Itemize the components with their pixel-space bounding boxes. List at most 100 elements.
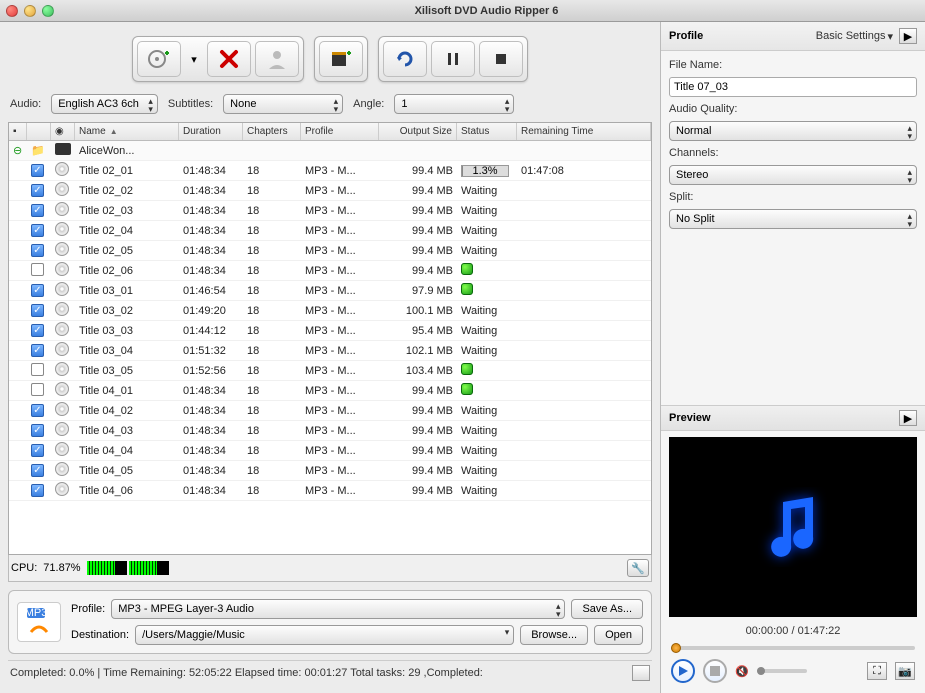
channels-select[interactable]: Stereo▴▾ [669,165,917,185]
volume-icon[interactable]: 🔇 [735,665,749,678]
table-row[interactable]: Title 04_01 01:48:34 18 MP3 - M... 99.4 … [9,381,651,401]
close-window-button[interactable] [6,5,18,17]
preview-expand-icon[interactable]: ▶ [899,410,917,426]
disc-icon [55,222,69,236]
col-profile[interactable]: Profile [301,123,379,140]
convert-button[interactable] [383,41,427,77]
row-checkbox[interactable] [31,284,44,297]
add-clip-button[interactable] [319,41,363,77]
row-checkbox[interactable] [31,484,44,497]
row-checkbox[interactable] [31,224,44,237]
toolbar-dropdown-icon[interactable]: ▾ [185,41,203,77]
row-output: 99.4 MB [379,425,457,437]
row-output: 99.4 MB [379,465,457,477]
row-profile: MP3 - M... [301,265,379,277]
col-name[interactable]: Name [75,123,179,140]
row-checkbox[interactable] [31,383,44,396]
quality-select[interactable]: Normal▴▾ [669,121,917,141]
minimize-window-button[interactable] [24,5,36,17]
row-checkbox[interactable] [31,404,44,417]
disc-icon [55,262,69,276]
row-checkbox[interactable] [31,263,44,276]
row-output: 99.4 MB [379,205,457,217]
table-row[interactable]: Title 02_06 01:48:34 18 MP3 - M... 99.4 … [9,261,651,281]
col-disc-icon[interactable]: ◉ [51,123,75,140]
row-duration: 01:48:34 [179,165,243,177]
table-row[interactable]: Title 02_02 01:48:34 18 MP3 - M... 99.4 … [9,181,651,201]
browse-button[interactable]: Browse... [520,625,588,645]
folder-row[interactable]: ⊖ 📁 AliceWon... [9,141,651,161]
status-ready-icon [461,263,473,275]
profile-select[interactable]: MP3 - MPEG Layer-3 Audio▴▾ [111,599,565,619]
col-chapters[interactable]: Chapters [243,123,301,140]
table-row[interactable]: Title 04_02 01:48:34 18 MP3 - M... 99.4 … [9,401,651,421]
filename-input[interactable] [669,77,917,97]
delete-button[interactable] [207,41,251,77]
col-remaining[interactable]: Remaining Time [517,123,651,140]
row-checkbox[interactable] [31,204,44,217]
table-row[interactable]: Title 03_03 01:44:12 18 MP3 - M... 95.4 … [9,321,651,341]
preview-time: 00:00:00 / 01:47:22 [661,623,925,643]
table-row[interactable]: Title 04_06 01:48:34 18 MP3 - M... 99.4 … [9,481,651,501]
table-row[interactable]: Title 03_02 01:49:20 18 MP3 - M... 100.1… [9,301,651,321]
disc-icon [55,162,69,176]
col-check[interactable] [27,123,51,140]
row-duration: 01:44:12 [179,325,243,337]
split-select[interactable]: No Split▴▾ [669,209,917,229]
save-as-button[interactable]: Save As... [571,599,643,619]
row-checkbox[interactable] [31,424,44,437]
table-row[interactable]: Title 02_03 01:48:34 18 MP3 - M... 99.4 … [9,201,651,221]
subtitles-select[interactable]: None▴▾ [223,94,343,114]
row-checkbox[interactable] [31,304,44,317]
table-row[interactable]: Title 04_03 01:48:34 18 MP3 - M... 99.4 … [9,421,651,441]
table-row[interactable]: Title 04_04 01:48:34 18 MP3 - M... 99.4 … [9,441,651,461]
row-checkbox[interactable] [31,464,44,477]
disc-icon [55,362,69,376]
preview-seek-slider[interactable] [671,643,915,653]
volume-slider[interactable] [757,669,807,673]
row-duration: 01:48:34 [179,225,243,237]
expand-icon[interactable]: ⊖ [9,144,27,157]
cpu-core-meter [129,561,169,575]
fullscreen-icon[interactable]: ⛶ [867,662,887,680]
col-expand[interactable]: ▪ [9,123,27,140]
add-disc-button[interactable] [137,41,181,77]
col-duration[interactable]: Duration [179,123,243,140]
angle-select[interactable]: 1▴▾ [394,94,514,114]
row-checkbox[interactable] [31,344,44,357]
row-duration: 01:48:34 [179,245,243,257]
zoom-window-button[interactable] [42,5,54,17]
settings-icon[interactable]: 🔧 [627,559,649,577]
preview-play-button[interactable] [671,659,695,683]
table-row[interactable]: Title 02_04 01:48:34 18 MP3 - M... 99.4 … [9,221,651,241]
audio-select[interactable]: English AC3 6ch▴▾ [51,94,158,114]
row-checkbox[interactable] [31,184,44,197]
stop-button[interactable] [479,41,523,77]
table-row[interactable]: Title 03_04 01:51:32 18 MP3 - M... 102.1… [9,341,651,361]
table-row[interactable]: Title 02_05 01:48:34 18 MP3 - M... 99.4 … [9,241,651,261]
row-checkbox[interactable] [31,324,44,337]
row-checkbox[interactable] [31,244,44,257]
table-row[interactable]: Title 02_01 01:48:34 18 MP3 - M... 99.4 … [9,161,651,181]
row-duration: 01:48:34 [179,465,243,477]
row-profile: MP3 - M... [301,185,379,197]
row-checkbox[interactable] [31,363,44,376]
basic-settings-dropdown[interactable]: Basic Settings ▾ [816,30,893,43]
person-button[interactable] [255,41,299,77]
row-checkbox[interactable] [31,444,44,457]
row-checkbox[interactable] [31,164,44,177]
table-row[interactable]: Title 03_01 01:46:54 18 MP3 - M... 97.9 … [9,281,651,301]
disc-icon [55,462,69,476]
profile-expand-icon[interactable]: ▶ [899,28,917,44]
preview-stop-button[interactable] [703,659,727,683]
table-row[interactable]: Title 03_05 01:52:56 18 MP3 - M... 103.4… [9,361,651,381]
col-status[interactable]: Status [457,123,517,140]
snapshot-icon[interactable]: 📷 [895,662,915,680]
destination-select[interactable]: /Users/Maggie/Music▾ [135,625,514,645]
cpu-bar: CPU: 71.87% 🔧 [8,555,652,582]
pause-button[interactable] [431,41,475,77]
table-row[interactable]: Title 04_05 01:48:34 18 MP3 - M... 99.4 … [9,461,651,481]
open-button[interactable]: Open [594,625,643,645]
task-list-icon[interactable] [632,665,650,681]
col-output[interactable]: Output Size [379,123,457,140]
